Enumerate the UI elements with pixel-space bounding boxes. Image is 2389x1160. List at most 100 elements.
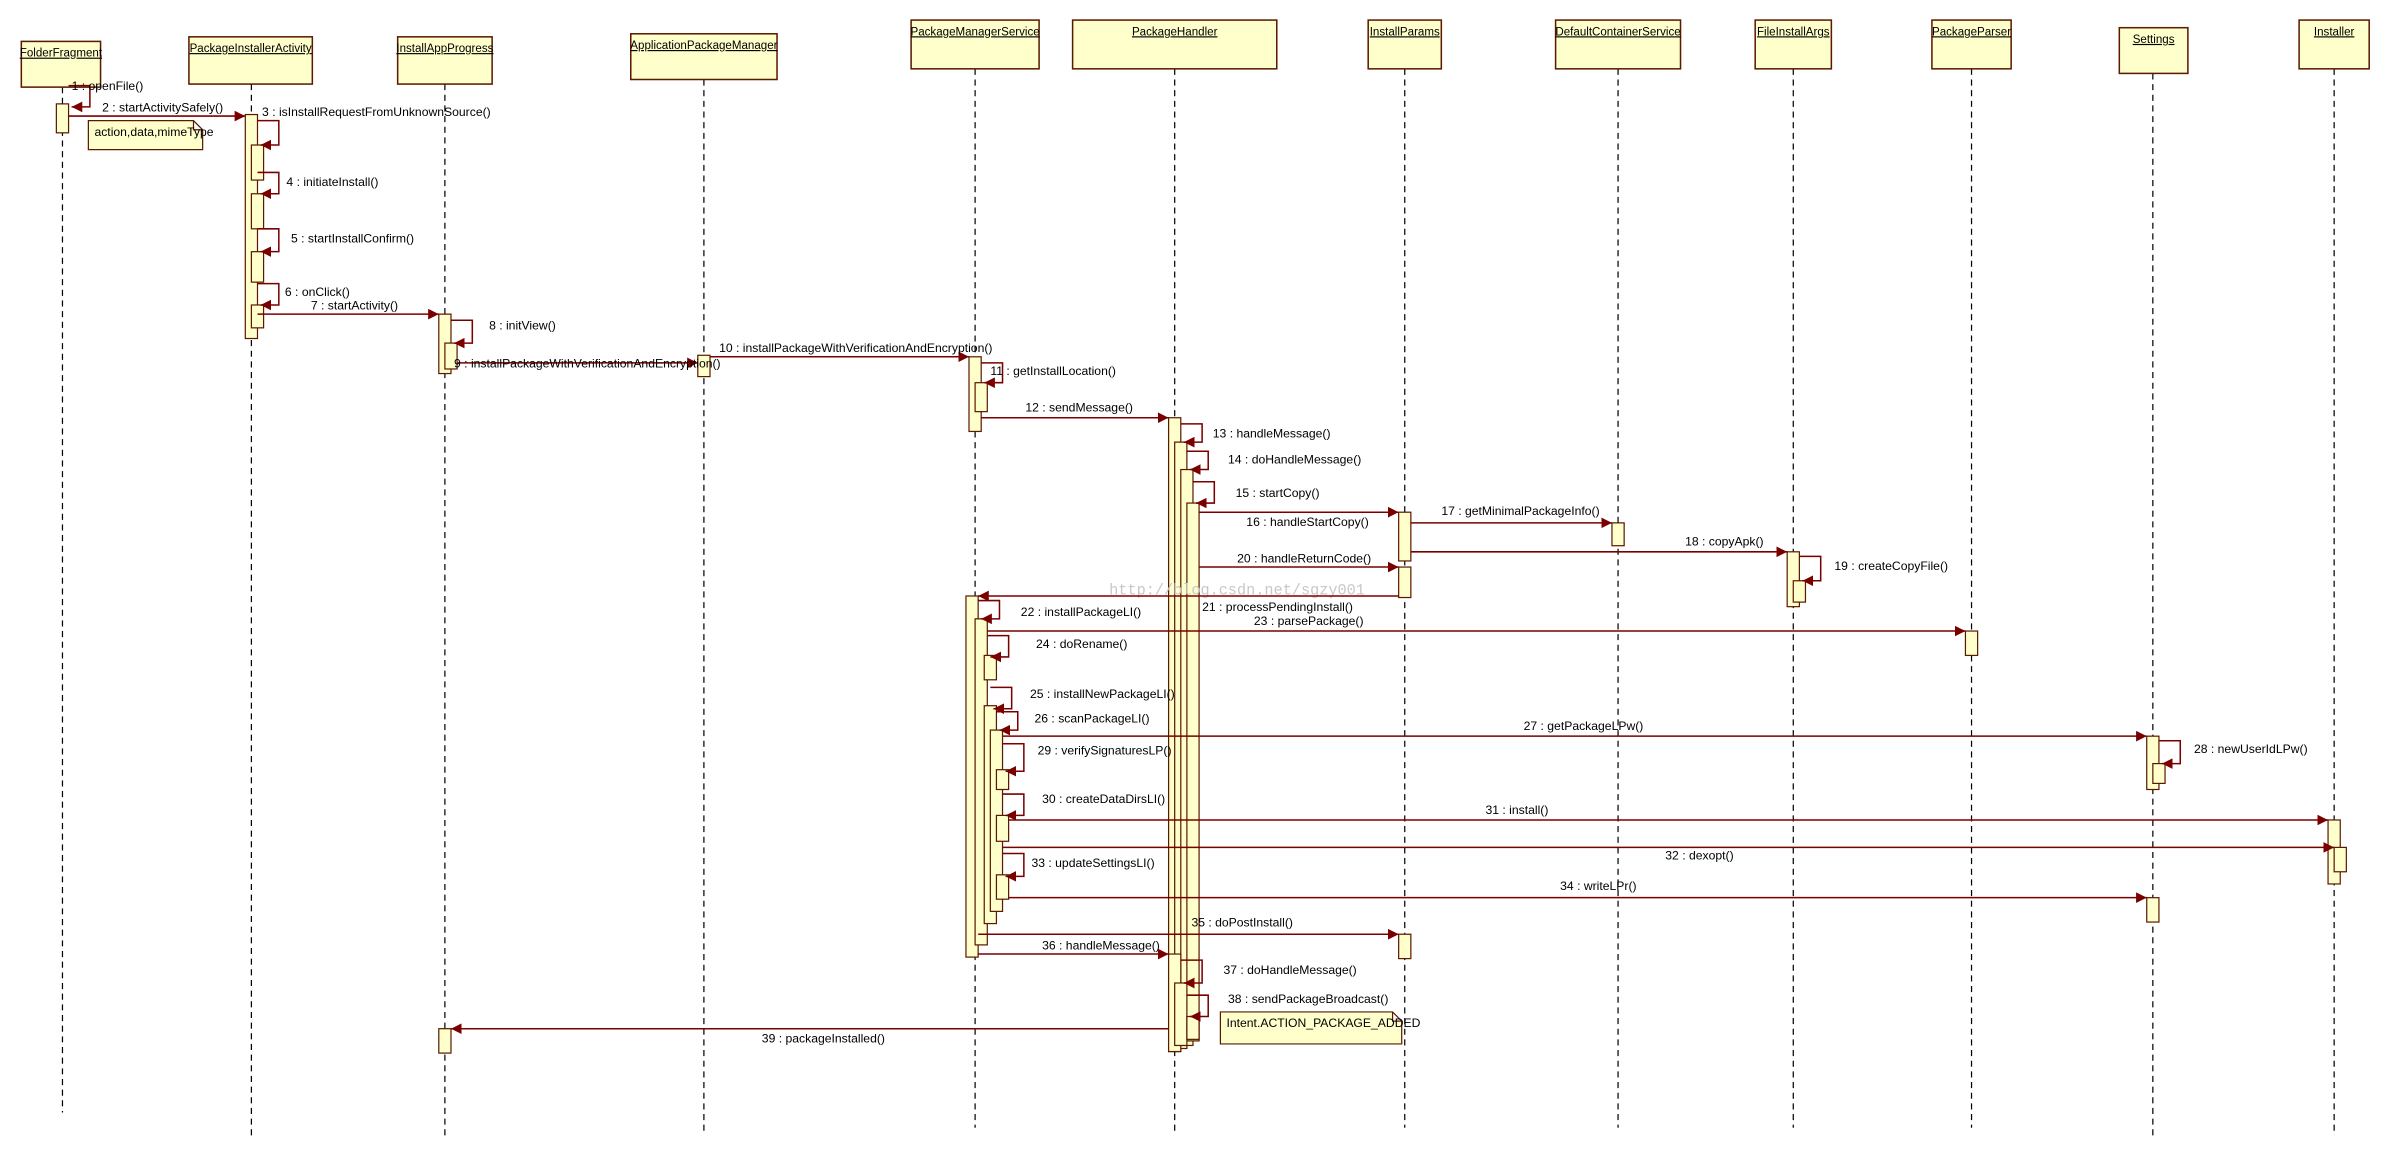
message-4: 4 : initiateInstall() (257, 171, 378, 200)
message-29: 29 : verifySignaturesLP() (1002, 743, 1172, 777)
message-label: 7 : startActivity() (311, 299, 398, 313)
activation-bar (1398, 511, 1412, 562)
participant-name: DefaultContainerService (1555, 26, 1680, 38)
message-36: 36 : handleMessage() (978, 938, 1169, 960)
activation-bar (974, 382, 988, 413)
message-arrow (2158, 739, 2182, 769)
participant-name: ApplicationPackageManager (630, 40, 777, 52)
message-label: 24 : doRename() (1036, 637, 1127, 651)
message-label: 15 : startCopy() (1236, 486, 1320, 500)
activation-bar (995, 874, 1010, 900)
message-2: 2 : startActivitySafely() (68, 100, 246, 122)
message-label: 20 : handleReturnCode() (1237, 551, 1371, 565)
message-30: 30 : createDataDirsLI() (1002, 792, 1165, 821)
message-label: 18 : copyApk() (1685, 535, 1763, 549)
message-22: 22 : installPackageLI() (978, 599, 1141, 625)
participant-applicationpackagemanager: ApplicationPackageManager (630, 33, 778, 1136)
message-arrow (1002, 743, 1025, 777)
participant-name: PackageParser (1932, 26, 2011, 38)
participant-defaultcontainerservice: DefaultContainerService (1554, 19, 1682, 1128)
message-18: 18 : copyApk() (1410, 535, 1788, 558)
participant-name: InstallAppProgress (396, 43, 493, 55)
message-label: 29 : verifySignaturesLP() (1038, 743, 1172, 757)
message-8: 8 : initView() (450, 318, 556, 349)
message-arrow (1186, 450, 1209, 475)
message-label: 6 : onClick() (285, 285, 350, 299)
activation-bar (2152, 762, 2166, 785)
activation-bar (55, 103, 70, 134)
message-label: 21 : processPendingInstall() (1202, 600, 1353, 614)
message-label: 1 : openFile() (72, 79, 144, 93)
message-19: 19 : createCopyFile() (1799, 555, 1948, 587)
activation-bar (1186, 1015, 1200, 1040)
note: action,data,mimeType (87, 120, 214, 151)
message-25: 25 : installNewPackageLI() (990, 686, 1175, 715)
message-arrow (1002, 852, 1025, 882)
message-label: 27 : getPackageLPw() (1524, 719, 1644, 733)
message-label: 16 : handleStartCopy() (1246, 515, 1368, 529)
message-arrow (1180, 423, 1203, 448)
participant-name: Installer (2314, 26, 2355, 38)
activation-bar (995, 769, 1010, 791)
activation-bar (1792, 580, 1807, 603)
message-label: 17 : getMinimalPackageInfo() (1441, 504, 1599, 518)
message-arrow (987, 634, 1010, 663)
message-label: 5 : startInstallConfirm() (291, 232, 414, 246)
message-label: 2 : startActivitySafely() (102, 100, 223, 114)
message-arrow (1799, 555, 1822, 587)
message-label: 33 : updateSettingsLI() (1031, 856, 1154, 870)
message-label: 12 : sendMessage() (1025, 401, 1133, 415)
activation-bar (2146, 897, 2160, 923)
message-31: 31 : install() (1008, 803, 2329, 826)
message-label: 32 : dexopt() (1665, 849, 1733, 863)
message-9: 9 : installPackageWithVerificationAndEnc… (454, 356, 721, 370)
message-3: 3 : isInstallRequestFromUnknownSource() (257, 105, 491, 151)
message-arrow (257, 282, 280, 311)
participant-name: FileInstallArgs (1757, 26, 1830, 38)
message-14: 14 : doHandleMessage() (1186, 450, 1361, 475)
message-arrow (996, 711, 1019, 736)
sequence-diagram: FolderFragment PackageInstallerActivity In… (20, 19, 2370, 1136)
message-arrow (257, 119, 280, 151)
message-label: 25 : installNewPackageLI() (1030, 687, 1175, 701)
message-label: 3 : isInstallRequestFromUnknownSource() (262, 105, 491, 119)
activation-bar (2333, 846, 2347, 873)
message-arrow (1192, 480, 1216, 509)
message-16: 16 : handleStartCopy() (1199, 506, 1399, 529)
participant-settings: Settings (2118, 26, 2189, 1136)
activation-bar (250, 251, 265, 283)
participant-name: Settings (2133, 34, 2175, 46)
message-arrow (1002, 793, 1025, 821)
participant-name: PackageManagerService (911, 26, 1040, 38)
message-label: 23 : parsePackage() (1254, 614, 1364, 628)
message-arrow (257, 228, 280, 257)
message-label: 8 : initView() (489, 318, 556, 332)
message-label: 9 : installPackageWithVerificationAndEnc… (454, 356, 721, 370)
activation-bar (250, 193, 265, 230)
note-text: Intent.ACTION_PACKAGE_ADDED (1226, 1016, 1420, 1030)
participant-installer: Installer (2298, 19, 2370, 1136)
message-39: 39 : packageInstalled() (450, 1023, 1169, 1045)
activation-bar (1174, 982, 1188, 1047)
message-37: 37 : doHandleMessage() (1180, 959, 1357, 989)
participant-folderfragment: FolderFragment (20, 40, 103, 1113)
message-label: 11 : getInstallLocation() (990, 364, 1116, 378)
message-10: 10 : installPackageWithVerificationAndEn… (709, 341, 992, 363)
participant-packageparser: PackageParser (1931, 19, 2012, 1128)
message-label: 13 : handleMessage() (1213, 427, 1331, 441)
message-33: 33 : updateSettingsLI() (1002, 852, 1155, 882)
message-label: 37 : doHandleMessage() (1223, 963, 1356, 977)
activation-bar (983, 654, 998, 681)
message-label: 22 : installPackageLI() (1021, 605, 1141, 619)
activation-bar (250, 144, 265, 181)
activation-bar (1398, 933, 1412, 960)
message-label: 4 : initiateInstall() (286, 175, 378, 189)
message-28: 28 : newUserIdLPw() (2158, 739, 2308, 769)
participant-installappprogress: InstallAppProgress (396, 36, 494, 1136)
message-label: 39 : packageInstalled() (762, 1031, 885, 1045)
message-arrow (978, 599, 1001, 625)
message-label: 30 : createDataDirsLI() (1042, 792, 1165, 806)
participant-name: PackageHandler (1132, 26, 1218, 38)
message-label: 35 : doPostInstall() (1191, 916, 1292, 930)
message-5: 5 : startInstallConfirm() (257, 228, 414, 257)
